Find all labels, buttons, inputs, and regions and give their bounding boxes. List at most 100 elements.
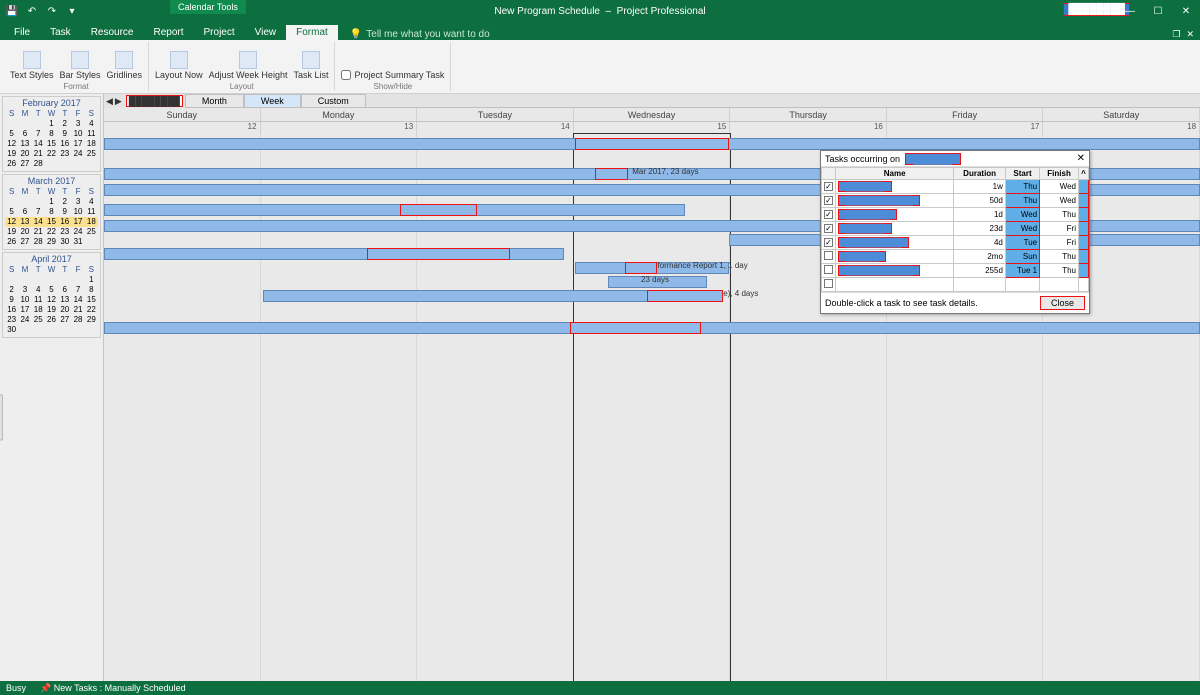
project-summary-checkbox[interactable]: Project Summary Task [341, 70, 444, 80]
table-row[interactable]: ██████ 2mo Sun Thu [822, 250, 1089, 264]
tab-format[interactable]: Format [286, 25, 338, 40]
tab-view[interactable]: View [245, 25, 287, 40]
date-cell[interactable]: 14 [417, 122, 574, 134]
calendar-view-tab[interactable]: Calendar [0, 394, 3, 440]
date-cell[interactable]: 15 [574, 122, 731, 134]
task-bar[interactable] [625, 262, 658, 274]
redo-icon[interactable]: ↷ [44, 3, 60, 19]
col-name[interactable]: Name [836, 168, 954, 180]
row-pad [1079, 236, 1089, 250]
tab-file[interactable]: File [4, 25, 40, 40]
minimize-icon[interactable]: — [1116, 0, 1144, 22]
prev-week-icon[interactable]: ◀ [106, 96, 113, 107]
close-icon[interactable]: ✕ [1172, 0, 1200, 22]
day-header: Wednesday [574, 108, 731, 121]
task-start: Thu [1005, 180, 1039, 194]
maximize-icon[interactable]: ☐ [1144, 0, 1172, 22]
contextual-tab-label: Calendar Tools [170, 0, 246, 14]
week-nav: ◀ ▶ ████████ [104, 94, 185, 108]
tell-me-search[interactable]: 💡 Tell me what you want to do [350, 29, 490, 40]
group-format: Format [63, 82, 88, 91]
view-week[interactable]: Week [244, 94, 301, 107]
task-duration: 2mo [954, 250, 1006, 264]
task-bar-label: e), 4 days [723, 289, 758, 298]
col-duration[interactable]: Duration [954, 168, 1006, 180]
layout-now-label: Layout Now [155, 70, 203, 80]
adjust-week-button[interactable]: Adjust Week Height [209, 51, 288, 80]
day-headers: SundayMondayTuesdayWednesdayThursdayFrid… [104, 108, 1200, 122]
project-summary-input[interactable] [341, 70, 351, 80]
table-row[interactable]: ✓ ██████████ 4d Tue Fri [822, 236, 1089, 250]
task-bar[interactable] [400, 204, 477, 216]
tab-task[interactable]: Task [40, 25, 81, 40]
task-bar[interactable] [647, 290, 724, 302]
status-bar: Busy 📌 New Tasks : Manually Scheduled [0, 681, 1200, 695]
row-check-icon[interactable] [824, 265, 833, 274]
save-icon[interactable]: 💾 [4, 3, 20, 19]
dialog-task-table: Name Duration Start Finish ^ ✓ ███████ 1… [821, 167, 1089, 292]
bar-styles-button[interactable]: Bar Styles [60, 51, 101, 80]
status-scheduling-mode[interactable]: 📌 New Tasks : Manually Scheduled [40, 683, 186, 694]
task-start: Wed [1005, 222, 1039, 236]
dialog-close-button[interactable]: Close [1040, 296, 1085, 310]
task-name: ████████ [838, 209, 897, 220]
date-cell[interactable]: 18 [1043, 122, 1200, 134]
task-list-label: Task List [293, 70, 328, 80]
task-list-button[interactable]: Task List [293, 51, 328, 80]
row-check-icon[interactable] [824, 251, 833, 260]
row-pad [1079, 222, 1089, 236]
task-bar[interactable] [367, 248, 509, 260]
table-row[interactable]: ✓ ███████ 23d Wed Fri [822, 222, 1089, 236]
task-bar[interactable] [595, 168, 628, 180]
dialog-hint: Double-click a task to see task details. [825, 298, 978, 308]
date-cell[interactable]: 16 [730, 122, 887, 134]
help-icon[interactable]: ? [1088, 0, 1116, 22]
table-row[interactable]: ✓ ███████ 1w Thu Wed [822, 180, 1089, 194]
doc-title: New Program Schedule [494, 6, 600, 17]
task-bar[interactable] [570, 322, 702, 334]
row-check-icon[interactable]: ✓ [824, 238, 833, 247]
task-bar[interactable] [104, 204, 685, 216]
view-month[interactable]: Month [185, 94, 244, 107]
adjust-week-label: Adjust Week Height [209, 70, 288, 80]
tab-resource[interactable]: Resource [81, 25, 144, 40]
task-finish: Fri [1040, 236, 1079, 250]
task-name: ██████ [838, 251, 886, 262]
gridlines-button[interactable]: Gridlines [107, 51, 143, 80]
table-row[interactable]: ✓ ████████ 1d Wed Thu [822, 208, 1089, 222]
next-week-icon[interactable]: ▶ [115, 96, 122, 107]
table-row[interactable]: ████████████ 255d Tue 1 Thu [822, 264, 1089, 278]
status-scheduling-label: New Tasks : Manually Scheduled [54, 683, 186, 693]
row-check-icon[interactable]: ✓ [824, 196, 833, 205]
project-summary-label: Project Summary Task [354, 70, 444, 80]
task-finish: Wed [1040, 194, 1079, 208]
date-cell[interactable]: 13 [261, 122, 418, 134]
date-cell[interactable]: 17 [887, 122, 1044, 134]
mdi-restore-icon[interactable]: ❐ [1172, 29, 1180, 40]
task-bar[interactable] [575, 138, 728, 150]
mdi-close-icon[interactable]: ✕ [1186, 29, 1194, 40]
adjust-week-icon [239, 51, 257, 69]
row-check-icon[interactable]: ✓ [824, 210, 833, 219]
view-custom[interactable]: Custom [301, 94, 366, 107]
dialog-close-icon[interactable]: ✕ [1077, 153, 1085, 164]
date-cell[interactable]: 12 [104, 122, 261, 134]
undo-icon[interactable]: ↶ [24, 3, 40, 19]
text-styles-button[interactable]: Text Styles [10, 51, 54, 80]
task-duration: 255d [954, 264, 1006, 278]
mini-cal-mar[interactable]: March 2017 SMTWTFS1234567891011121314151… [2, 174, 101, 250]
task-finish: Wed [1040, 180, 1079, 194]
task-name: ███████ [838, 181, 892, 192]
col-finish[interactable]: Finish [1040, 168, 1079, 180]
tab-report[interactable]: Report [144, 25, 194, 40]
row-check-icon[interactable]: ✓ [824, 182, 833, 191]
mini-cal-apr[interactable]: April 2017 SMTWTFS1234567891011121314151… [2, 252, 101, 338]
date-row: 12131415161718 [104, 122, 1200, 134]
tab-project[interactable]: Project [194, 25, 245, 40]
qat-more-icon[interactable]: ▾ [64, 3, 80, 19]
col-start[interactable]: Start [1005, 168, 1039, 180]
row-check-icon[interactable]: ✓ [824, 224, 833, 233]
layout-now-button[interactable]: Layout Now [155, 51, 203, 80]
mini-cal-feb[interactable]: February 2017 SMTWTFS1234567891011121314… [2, 96, 101, 172]
table-row[interactable]: ✓ ████████████ 50d Thu Wed [822, 194, 1089, 208]
